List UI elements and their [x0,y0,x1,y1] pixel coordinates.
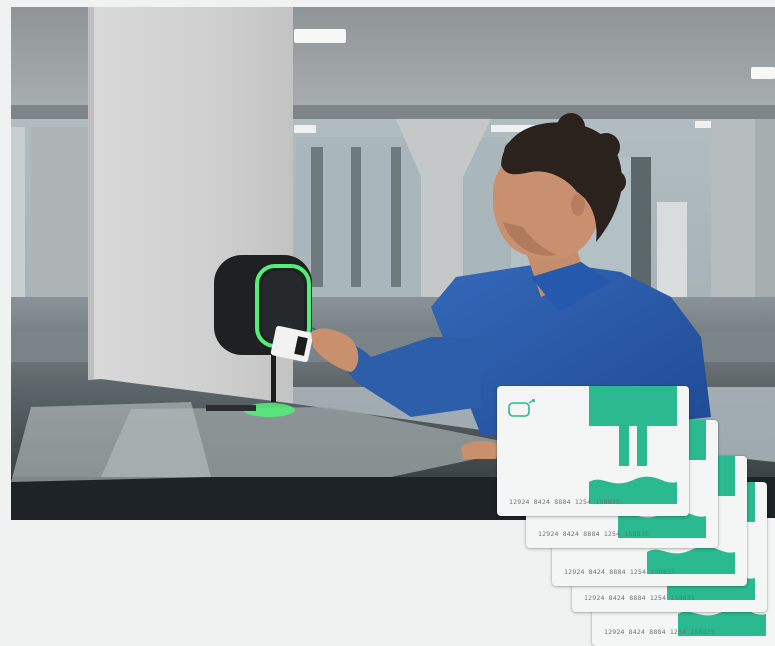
brand-logo-icon [589,386,677,504]
card-number: 12924 8424 8884 1254 158835 [584,594,696,602]
card-number: 12924 8424 8884 1254 158835 [604,628,716,636]
card-number: 12924 8424 8884 1254 158835 [538,530,650,538]
rfid-card: 12924 8424 8884 1254 158835 [497,386,689,516]
contactless-icon [508,399,535,417]
card-number: 12924 8424 8884 1254 158835 [509,498,621,506]
card-number: 12924 8424 8884 1254 158835 [564,568,676,576]
